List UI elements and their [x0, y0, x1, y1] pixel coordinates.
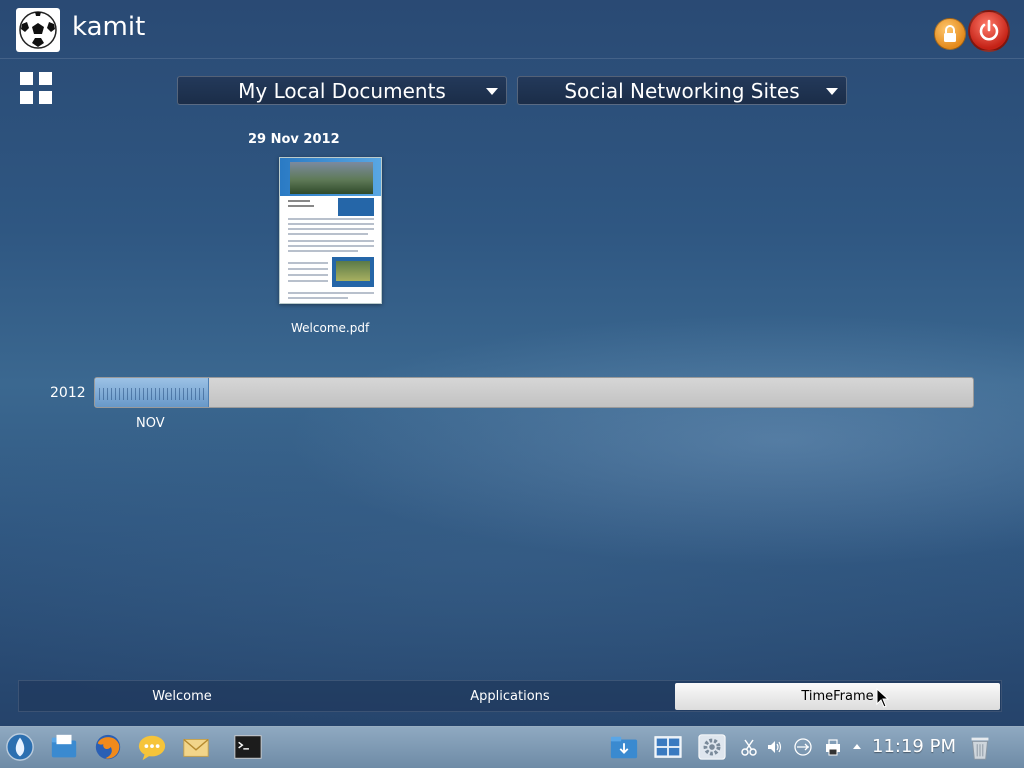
- desktop-grid-icon[interactable]: [652, 732, 684, 762]
- site-dropdown[interactable]: Social Networking Sites: [517, 76, 847, 105]
- clock[interactable]: 11:19 PM: [872, 736, 956, 757]
- tab-applications-label: Applications: [470, 688, 550, 704]
- activity-tabbar: Welcome Applications TimeFrame: [18, 680, 1002, 712]
- downloads-icon[interactable]: [608, 732, 640, 762]
- chevron-up-icon[interactable]: [852, 738, 862, 756]
- tab-welcome-label: Welcome: [152, 688, 212, 704]
- network-icon[interactable]: [794, 738, 812, 756]
- kde-menu-icon[interactable]: [4, 732, 36, 762]
- volume-icon[interactable]: [766, 738, 784, 756]
- app-grid-icon[interactable]: [20, 72, 52, 104]
- chat-icon[interactable]: [136, 732, 168, 762]
- file-manager-icon[interactable]: [48, 732, 80, 762]
- tab-timeframe[interactable]: TimeFrame: [675, 683, 1000, 710]
- soccer-ball-icon: [19, 11, 57, 49]
- tab-applications[interactable]: Applications: [347, 681, 673, 711]
- document-header-image: [290, 162, 373, 194]
- lock-icon: [944, 25, 956, 42]
- document-name[interactable]: Welcome.pdf: [291, 321, 369, 335]
- document-date: 29 Nov 2012: [248, 132, 340, 147]
- timeline-slider[interactable]: [94, 377, 974, 408]
- user-avatar: [16, 8, 60, 52]
- mouse-cursor-icon: [876, 688, 890, 708]
- timeline-year: 2012: [50, 385, 86, 401]
- username: kamit: [72, 12, 146, 42]
- power-icon: [979, 19, 999, 41]
- header-divider: [0, 58, 1024, 59]
- settings-icon[interactable]: [696, 732, 728, 762]
- tab-welcome[interactable]: Welcome: [19, 681, 345, 711]
- chevron-down-icon: [826, 88, 838, 95]
- source-dropdown-label: My Local Documents: [238, 78, 446, 103]
- lock-button[interactable]: [934, 18, 966, 50]
- timeline-month: NOV: [136, 416, 165, 431]
- firefox-icon[interactable]: [92, 732, 124, 762]
- chevron-down-icon: [486, 88, 498, 95]
- printer-icon[interactable]: [824, 738, 842, 756]
- mail-icon[interactable]: [180, 732, 212, 762]
- trash-icon[interactable]: [964, 732, 996, 762]
- clipboard-icon[interactable]: [740, 738, 758, 756]
- timeline-selection[interactable]: [95, 378, 209, 407]
- tab-timeframe-label: TimeFrame: [801, 689, 874, 704]
- site-dropdown-label: Social Networking Sites: [564, 78, 800, 103]
- source-dropdown[interactable]: My Local Documents: [177, 76, 507, 105]
- terminal-icon[interactable]: [232, 732, 264, 762]
- document-thumbnail[interactable]: [279, 157, 382, 304]
- shutdown-button[interactable]: [968, 10, 1010, 52]
